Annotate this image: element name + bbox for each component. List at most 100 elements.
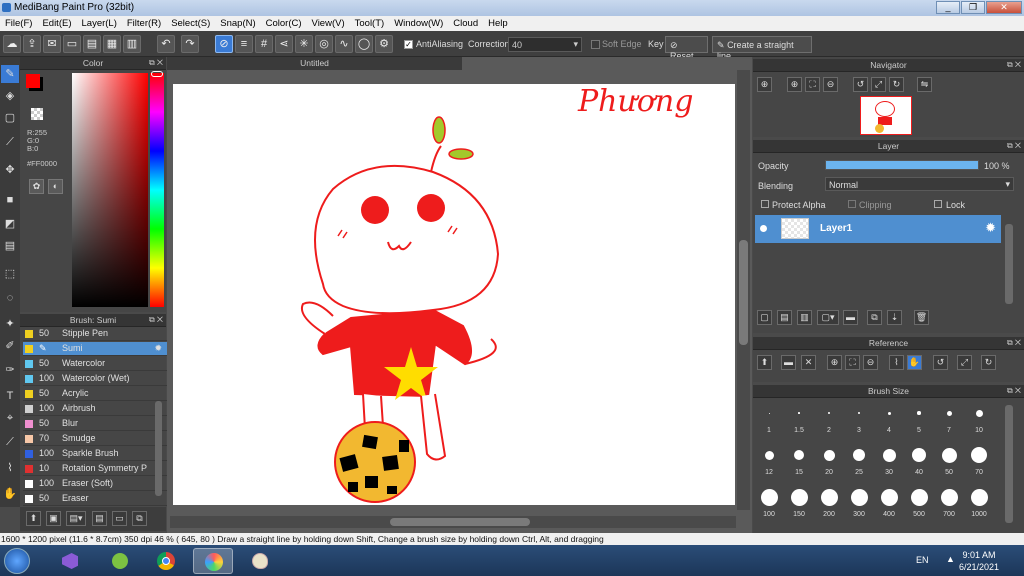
brush-size-option-500[interactable]: 500 — [905, 485, 933, 523]
menu-color[interactable]: Color(C) — [261, 16, 307, 31]
brush-list-scrollbar[interactable] — [155, 401, 162, 496]
fit-window-icon[interactable]: ⤢ — [871, 77, 886, 92]
brush-item-stipple-pen[interactable]: 50 Stipple Pen — [23, 327, 168, 341]
canvas-horizontal-scrollbar[interactable] — [170, 516, 736, 528]
select-tool-icon[interactable]: ⬚ — [1, 265, 19, 283]
brush-tool-icon[interactable]: ✎ — [1, 65, 19, 83]
brush-item-eraser[interactable]: 50 Eraser — [23, 492, 168, 506]
reference-open-icon[interactable]: ▬ — [781, 355, 796, 370]
brush-size-option-400[interactable]: 400 — [875, 485, 903, 523]
gradient-tool-icon[interactable]: ▤ — [1, 237, 19, 255]
canvas-vertical-scrollbar[interactable] — [737, 70, 750, 510]
lasso-tool-icon[interactable]: ◌ — [1, 289, 19, 307]
fill-tool-icon[interactable]: ◩ — [1, 215, 19, 233]
close-button[interactable]: ✕ — [986, 1, 1022, 14]
parallel-snap-icon[interactable]: ≡ — [235, 35, 253, 53]
shape-tool-icon[interactable]: ■ — [1, 191, 19, 209]
opacity-slider[interactable] — [825, 160, 979, 170]
dot-tool-icon[interactable]: ▢ — [1, 109, 19, 127]
navigator-thumbnail[interactable] — [860, 96, 912, 135]
menu-cloud[interactable]: Cloud — [448, 16, 483, 31]
protect-alpha-checkbox[interactable] — [761, 200, 769, 208]
taskbar-visual-studio-icon[interactable] — [50, 548, 90, 574]
circle-snap-icon[interactable]: ◯ — [355, 35, 373, 53]
correction-select[interactable]: 40 ▾ — [508, 37, 582, 52]
chat-icon[interactable]: ▭ — [63, 35, 81, 53]
reference-hand-icon[interactable]: ✋ — [907, 355, 922, 370]
brush-folder-icon[interactable]: ▣ — [46, 511, 61, 526]
antialiasing-checkbox[interactable]: ✓ — [404, 40, 413, 49]
menu-tool[interactable]: Tool(T) — [350, 16, 390, 31]
layout-icon[interactable]: ▥ — [123, 35, 141, 53]
panel-float-icon[interactable]: ⧉ ✕ — [149, 314, 163, 326]
restore-button[interactable]: ❐ — [961, 1, 985, 14]
brush-size-option-5[interactable]: 5 — [905, 401, 933, 439]
rotate-left-icon[interactable]: ↺ — [853, 77, 868, 92]
delete-layer-icon[interactable]: 🗑 — [914, 310, 929, 325]
brush-duplicate-icon[interactable]: ⧉ — [132, 511, 147, 526]
new-8bit-layer-icon[interactable]: ▥ — [797, 310, 812, 325]
saturation-value-picker[interactable] — [72, 73, 148, 307]
eraser-tool-icon[interactable]: ◈ — [1, 87, 19, 105]
comment-icon[interactable]: ✉ — [43, 35, 61, 53]
reference-fit-window-icon[interactable]: ⤢ — [957, 355, 972, 370]
brush-item-rotation-symmetry[interactable]: 10 Rotation Symmetry P — [23, 462, 168, 476]
gear-icon[interactable]: ✹ — [154, 343, 162, 354]
layer-scrollbar[interactable] — [1005, 224, 1013, 304]
brush-size-option-30[interactable]: 30 — [875, 443, 903, 481]
eyedropper-icon[interactable]: ⌇ — [1, 459, 19, 477]
brush-item-watercolor[interactable]: 50 Watercolor — [23, 357, 168, 371]
menu-help[interactable]: Help — [483, 16, 513, 31]
brush-size-option-15[interactable]: 15 — [785, 443, 813, 481]
soft-edge-checkbox[interactable] — [591, 40, 600, 49]
brush-item-smudge[interactable]: 70 Smudge — [23, 432, 168, 446]
brush-item-sumi[interactable]: ✎ Sumi ✹ — [23, 342, 168, 356]
grid-icon[interactable]: ▦ — [103, 35, 121, 53]
panel-float-icon[interactable]: ⧉ ✕ — [1007, 59, 1021, 71]
hue-slider[interactable] — [150, 73, 164, 307]
brush-size-option-100[interactable]: 100 — [755, 485, 783, 523]
upload-icon[interactable]: ⇪ — [23, 35, 41, 53]
menu-file[interactable]: File(F) — [0, 16, 37, 31]
straight-line-button[interactable]: ✎ Create a straight line — [712, 36, 812, 61]
select-eraser-icon[interactable]: ✑ — [1, 361, 19, 379]
brush-size-option-2[interactable]: 2 — [815, 401, 843, 439]
brush-size-scrollbar[interactable] — [1005, 405, 1013, 523]
redo-icon[interactable]: ↷ — [181, 35, 199, 53]
settings-snap-icon[interactable]: ⚙ — [375, 35, 393, 53]
perspective-snap-icon[interactable]: ⋖ — [275, 35, 293, 53]
new-halftone-layer-icon[interactable]: ▤ — [777, 310, 792, 325]
brush-size-option-300[interactable]: 300 — [845, 485, 873, 523]
menu-edit[interactable]: Edit(E) — [37, 16, 76, 31]
brush-size-option-1[interactable]: 1 — [755, 401, 783, 439]
merge-down-icon[interactable]: ⇣ — [887, 310, 902, 325]
reference-eyedropper-icon[interactable]: ⌇ — [889, 355, 904, 370]
brush-size-option-40[interactable]: 40 — [905, 443, 933, 481]
menu-view[interactable]: View(V) — [307, 16, 350, 31]
actual-size-icon[interactable]: ⛶ — [805, 77, 820, 92]
brush-size-option-7[interactable]: 7 — [935, 401, 963, 439]
foreground-color-swatch[interactable] — [26, 74, 40, 88]
panel-float-icon[interactable]: ⧉ ✕ — [1007, 337, 1021, 349]
zoom-in-icon[interactable]: ⊕ — [787, 77, 802, 92]
cloud-icon[interactable]: ☁ — [3, 35, 21, 53]
brush-size-option-700[interactable]: 700 — [935, 485, 963, 523]
visibility-icon[interactable] — [760, 225, 767, 232]
zoom-out-icon[interactable]: ⊖ — [823, 77, 838, 92]
layer-row[interactable]: Layer1 ✹ — [755, 215, 1001, 243]
minimize-button[interactable]: _ — [936, 1, 960, 14]
brush-item-sparkle-brush[interactable]: 100 Sparkle Brush — [23, 447, 168, 461]
brush-size-option-150[interactable]: 150 — [785, 485, 813, 523]
brush-item-eraser-soft[interactable]: 100 Eraser (Soft) — [23, 477, 168, 491]
add-brush-icon[interactable]: ⬆ — [26, 511, 41, 526]
menu-window[interactable]: Window(W) — [389, 16, 448, 31]
lock-checkbox[interactable] — [934, 200, 942, 208]
brush-size-option-1000[interactable]: 1000 — [965, 485, 993, 523]
layer-add-menu-icon[interactable]: ▢▾ — [817, 310, 839, 325]
taskbar-medibang-icon[interactable] — [193, 548, 233, 574]
reset-button[interactable]: ⊘ Reset — [665, 36, 708, 61]
text-tool-icon[interactable]: T — [1, 387, 19, 405]
flip-icon[interactable]: ⇋ — [917, 77, 932, 92]
start-button[interactable] — [4, 548, 30, 574]
brush-size-option-12[interactable]: 12 — [755, 443, 783, 481]
